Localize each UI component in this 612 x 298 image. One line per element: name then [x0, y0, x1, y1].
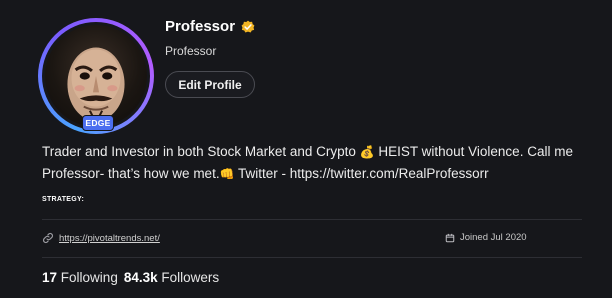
mask-avatar-image	[67, 47, 125, 126]
avatar[interactable]	[45, 25, 147, 127]
followers-link[interactable]: 84.3k Followers	[124, 270, 219, 285]
bio-text-1: Trader and Investor in both Stock Market…	[42, 144, 360, 159]
name-row: Professor	[165, 18, 255, 35]
followers-count: 84.3k	[123, 270, 158, 285]
website-link[interactable]: https://pivotaltrends.net/	[59, 233, 160, 244]
following-count: 17	[42, 270, 58, 285]
profile-bio: Trader and Investor in both Stock Market…	[42, 141, 592, 185]
username: Professor	[165, 44, 217, 58]
divider	[42, 219, 582, 220]
strategy-label: STRATEGY:	[42, 196, 85, 203]
website-row: https://pivotaltrends.net/	[42, 232, 160, 244]
avatar-container[interactable]: EDGE	[38, 18, 154, 134]
bio-text-3: Twitter - https://twitter.com/RealProfes…	[234, 166, 489, 181]
follow-stats: 17 Following 84.3k Followers	[42, 270, 219, 285]
followers-label: Followers	[161, 270, 220, 285]
edge-tier-badge: EDGE	[82, 115, 114, 131]
display-name: Professor	[165, 18, 236, 35]
divider	[42, 257, 582, 258]
following-label: Following	[60, 270, 118, 285]
calendar-icon	[445, 233, 455, 243]
money-bag-emoji: 💰	[359, 145, 375, 159]
edit-profile-button[interactable]: Edit Profile	[165, 71, 255, 98]
following-link[interactable]: 17 Following	[42, 270, 118, 285]
fist-emoji: 👊	[219, 167, 235, 181]
joined-date: Joined Jul 2020	[460, 232, 527, 243]
link-icon	[42, 232, 54, 244]
verified-badge-icon	[241, 20, 255, 34]
joined-date-row: Joined Jul 2020	[445, 232, 527, 243]
